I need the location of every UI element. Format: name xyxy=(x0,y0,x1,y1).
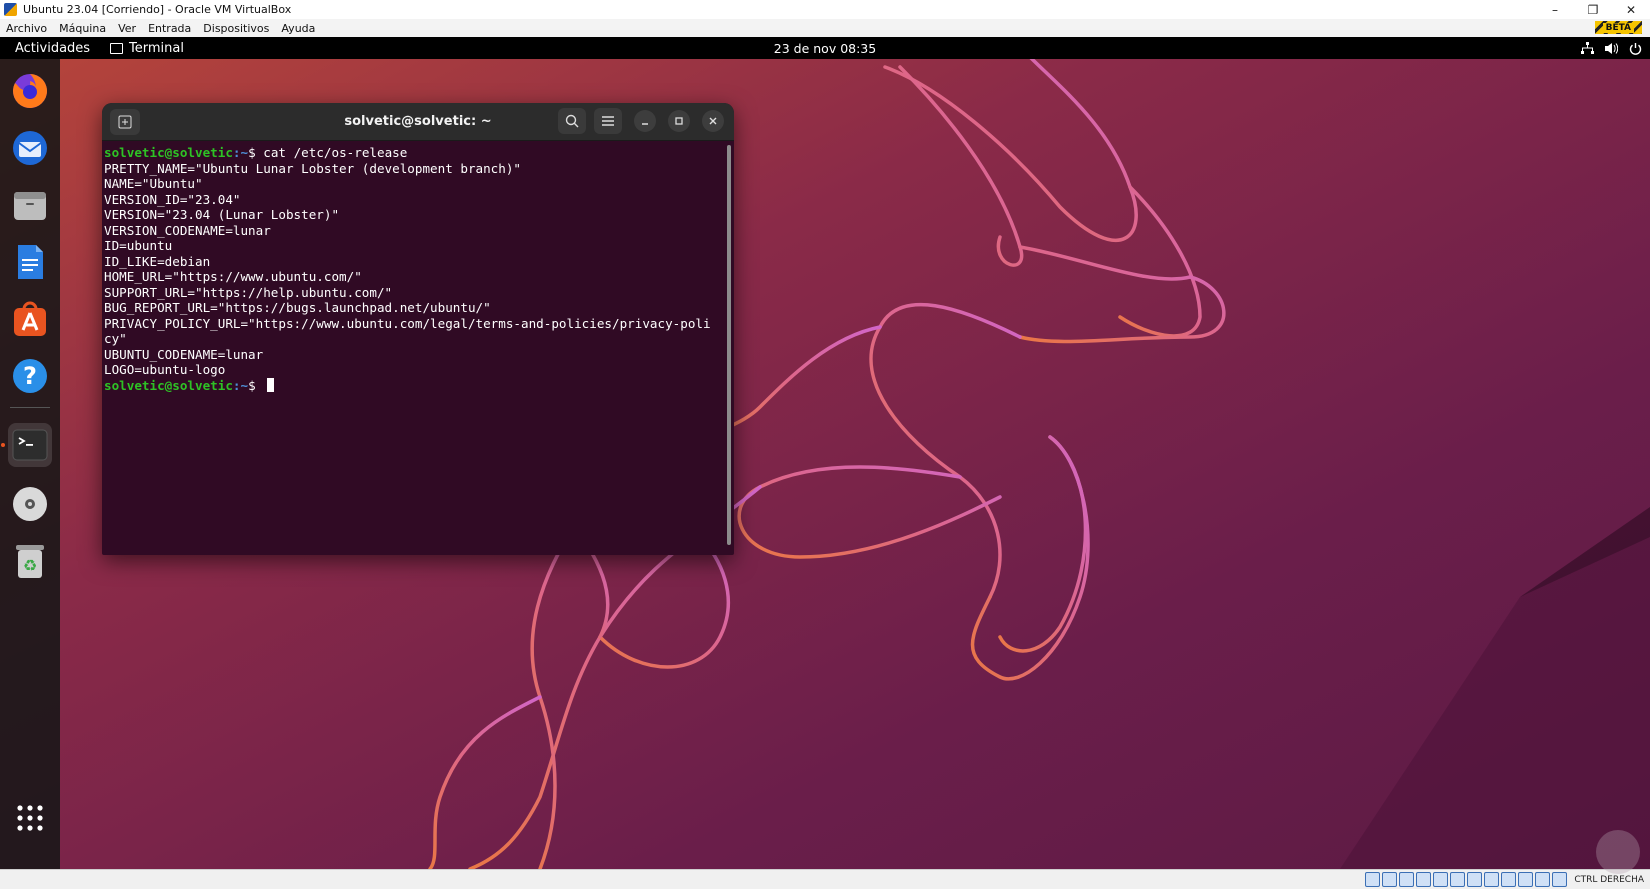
output-line: ID=ubuntu xyxy=(104,238,173,253)
output-line: ID_LIKE=debian xyxy=(104,253,211,269)
maximize-icon xyxy=(675,117,683,125)
window-controls: – ❐ ✕ xyxy=(1536,0,1650,19)
menu-maquina[interactable]: Máquina xyxy=(53,22,112,35)
app-menu-label: Terminal xyxy=(129,40,184,56)
vbox-menubar: Archivo Máquina Ver Entrada Dispositivos… xyxy=(0,19,1650,38)
terminal-headerbar[interactable]: solvetic@solvetic: ~ xyxy=(102,103,734,141)
prompt-line: solvetic@solvetic:~$ xyxy=(104,377,722,394)
minimize-icon[interactable]: – xyxy=(1536,0,1574,19)
gnome-topbar: Actividades Terminal 23 de nov 08:35 xyxy=(0,37,1650,59)
terminal-scrollbar[interactable] xyxy=(727,145,731,545)
host-key-label: CTRL DERECHA xyxy=(1574,874,1644,885)
output-line: BUG_REPORT_URL="https://bugs.launchpad.n… xyxy=(104,300,491,315)
svg-text:?: ? xyxy=(23,362,37,390)
firefox-icon[interactable] xyxy=(8,69,52,113)
new-tab-icon xyxy=(118,115,132,129)
command-text: cat /etc/os-release xyxy=(263,145,408,160)
restore-icon[interactable]: ❐ xyxy=(1574,0,1612,19)
app-center-icon[interactable] xyxy=(8,297,52,341)
vt-x-icon[interactable] xyxy=(1518,872,1534,887)
menu-ayuda[interactable]: Ayuda xyxy=(275,22,321,35)
output-line: LOGO=ubuntu-logo xyxy=(104,362,226,377)
cpu-icon[interactable] xyxy=(1501,872,1517,887)
terminal-mini-icon xyxy=(110,42,123,54)
close-button[interactable] xyxy=(702,110,724,132)
minimize-icon xyxy=(642,123,648,125)
terminal-icon[interactable] xyxy=(8,423,52,467)
menu-button[interactable] xyxy=(594,108,622,134)
beta-badge: BETA xyxy=(1594,21,1642,34)
running-indicator xyxy=(1,443,5,447)
network-icon[interactable] xyxy=(1580,41,1594,55)
hard-disk-icon[interactable] xyxy=(1365,872,1381,887)
new-tab-button[interactable] xyxy=(110,109,140,135)
watermark-logo xyxy=(1596,830,1640,874)
output-line: PRETTY_NAME="Ubuntu Lunar Lobster (devel… xyxy=(104,160,522,176)
menu-archivo[interactable]: Archivo xyxy=(0,22,53,35)
output-line: cy" xyxy=(104,331,127,346)
network-adapter-icon[interactable] xyxy=(1416,872,1432,887)
output-line: PRIVACY_POLICY_URL="https://www.ubuntu.c… xyxy=(104,315,711,331)
output-line: VERSION_ID="23.04" xyxy=(104,191,241,207)
audio-icon[interactable] xyxy=(1399,872,1415,887)
output-line: VERSION_CODENAME=lunar xyxy=(104,222,271,238)
thunderbird-icon[interactable] xyxy=(8,126,52,170)
shared-folders-icon[interactable] xyxy=(1450,872,1466,887)
output-line: VERSION="23.04 (Lunar Lobster)" xyxy=(104,207,340,222)
svg-text:♻: ♻ xyxy=(23,556,37,575)
usb-icon[interactable] xyxy=(1433,872,1449,887)
guest-screen: Actividades Terminal 23 de nov 08:35 ? ♻… xyxy=(0,37,1650,869)
volume-icon[interactable] xyxy=(1604,41,1618,55)
command-line: solvetic@solvetic:~$ cat /etc/os-release xyxy=(104,145,408,160)
text-cursor xyxy=(267,377,275,392)
vbox-titlebar: Ubuntu 23.04 [Corriendo] - Oracle VM Vir… xyxy=(0,0,1650,19)
mouse-integration-icon[interactable] xyxy=(1535,872,1551,887)
output-line: NAME="Ubuntu" xyxy=(104,176,203,191)
terminal-header-buttons xyxy=(558,108,724,134)
optical-disc-icon[interactable] xyxy=(8,482,52,526)
virtualbox-icon xyxy=(4,3,17,16)
power-icon[interactable] xyxy=(1628,41,1642,55)
recording-icon[interactable] xyxy=(1484,872,1500,887)
clock[interactable]: 23 de nov 08:35 xyxy=(774,41,876,56)
output-line: HOME_URL="https://www.ubuntu.com/" xyxy=(104,269,362,284)
show-apps-icon[interactable] xyxy=(8,796,52,840)
search-icon xyxy=(565,114,579,128)
menu-entrada[interactable]: Entrada xyxy=(142,22,197,35)
vbox-statusbar: CTRL DERECHA xyxy=(0,869,1650,889)
keyboard-icon[interactable] xyxy=(1552,872,1568,887)
minimize-button[interactable] xyxy=(634,110,656,132)
close-icon[interactable]: ✕ xyxy=(1612,0,1650,19)
app-menu[interactable]: Terminal xyxy=(110,41,184,56)
menu-ver[interactable]: Ver xyxy=(112,22,142,35)
menu-dispositivos[interactable]: Dispositivos xyxy=(197,22,275,35)
trash-icon[interactable]: ♻ xyxy=(8,539,52,583)
display-icon[interactable] xyxy=(1467,872,1483,887)
hamburger-icon xyxy=(602,116,614,126)
optical-drive-icon[interactable] xyxy=(1382,872,1398,887)
system-tray[interactable] xyxy=(1580,37,1642,59)
libreoffice-writer-icon[interactable] xyxy=(8,240,52,284)
terminal-output[interactable]: solvetic@solvetic:~$ cat /etc/os-release… xyxy=(102,141,724,555)
help-icon[interactable]: ? xyxy=(8,354,52,398)
window-title: Ubuntu 23.04 [Corriendo] - Oracle VM Vir… xyxy=(23,3,292,16)
output-line: SUPPORT_URL="https://help.ubuntu.com/" xyxy=(104,284,393,300)
maximize-button[interactable] xyxy=(668,110,690,132)
terminal-window[interactable]: solvetic@solvetic: ~ solvetic@solvetic:~… xyxy=(102,103,734,555)
output-line: UBUNTU_CODENAME=lunar xyxy=(104,346,264,362)
dock-separator xyxy=(10,407,50,408)
dock: ? ♻ xyxy=(0,59,60,869)
search-button[interactable] xyxy=(558,108,586,134)
close-icon xyxy=(709,117,717,125)
activities-button[interactable]: Actividades xyxy=(15,41,110,56)
files-icon[interactable] xyxy=(8,183,52,227)
